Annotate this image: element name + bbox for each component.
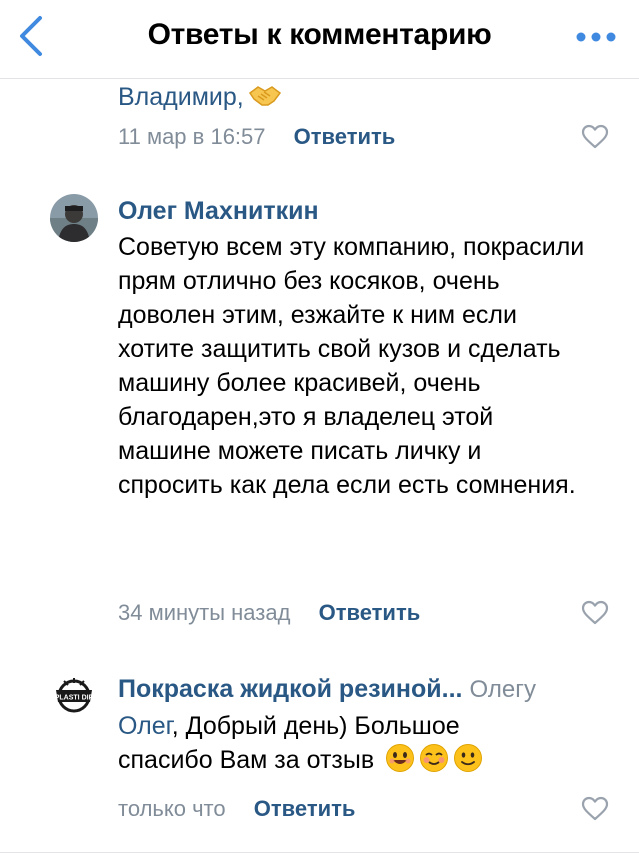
top-bar: Ответы к комментарию (0, 0, 639, 79)
comment-meta: только что Ответить (118, 796, 355, 822)
comment-meta: 34 минуты назад Ответить (118, 600, 420, 626)
comment-author: Покраска жидкой резиной... Олегу (118, 674, 618, 705)
comment-time: 11 мар в 16:57 (118, 124, 266, 149)
like-button[interactable] (581, 796, 609, 822)
heart-icon (581, 124, 609, 149)
svg-text:PLASTI DIP: PLASTI DIP (55, 695, 94, 702)
reply-to-label[interactable]: Олегу (469, 676, 536, 703)
slight-smile-emoji-icon (454, 744, 483, 772)
heart-icon (581, 600, 609, 625)
avatar[interactable] (50, 194, 98, 242)
more-button[interactable] (575, 30, 617, 44)
comment-time: 34 минуты назад (118, 600, 291, 625)
reply-button[interactable]: Ответить (294, 124, 396, 149)
divider (0, 852, 639, 853)
handshake-icon (249, 86, 282, 106)
smile-emoji-icon (386, 744, 415, 772)
like-button[interactable] (581, 124, 609, 150)
more-dots-icon (576, 32, 616, 42)
comment-author[interactable]: Олег Махниткин (118, 196, 588, 226)
comment-text: Олег, Добрый день) Большое спасибо Вам з… (118, 709, 538, 777)
like-button[interactable] (581, 600, 609, 626)
mention-link[interactable]: Олег (118, 712, 172, 740)
reply-button[interactable]: Ответить (319, 600, 421, 625)
comment-time: только что (118, 796, 226, 821)
blush-emoji-icon (420, 744, 449, 772)
community-name-link[interactable]: Покраска жидкой резиной... (118, 675, 462, 703)
avatar[interactable]: PLASTI DIP (50, 672, 98, 720)
comment-text: Советую всем эту компанию, покрасили пря… (118, 233, 585, 499)
heart-icon (581, 796, 609, 821)
comment-meta: 11 мар в 16:57 Ответить (118, 124, 395, 150)
page-title: Ответы к комментарию (147, 18, 492, 51)
reply-button[interactable]: Ответить (254, 796, 356, 821)
comment-text: Владимир, (118, 83, 244, 111)
